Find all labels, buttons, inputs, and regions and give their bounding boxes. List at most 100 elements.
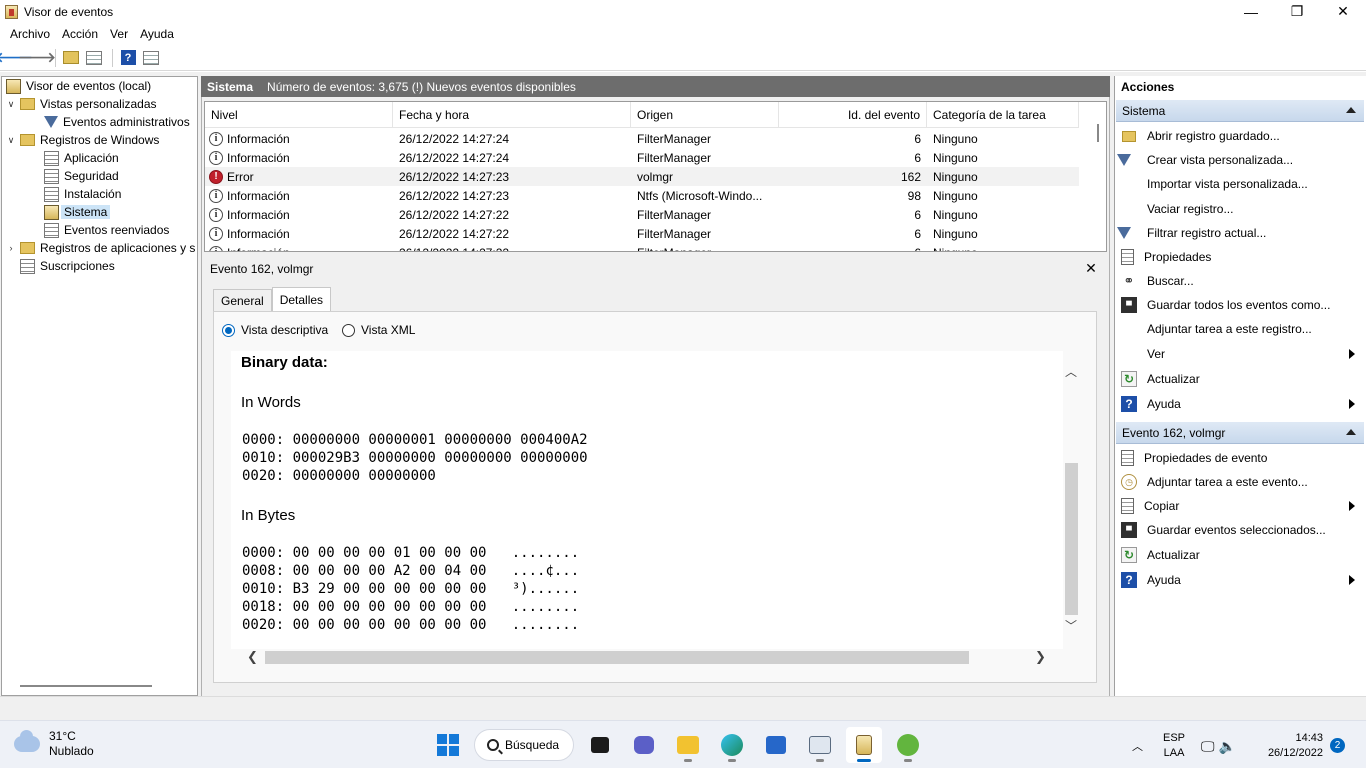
- column-event-id[interactable]: Id. del evento: [779, 102, 927, 128]
- event-count: Número de eventos: 3,675 (!) Nuevos even…: [267, 79, 576, 94]
- refresh-icon: ↻: [1121, 371, 1137, 387]
- action-event-properties[interactable]: Propiedades de evento: [1121, 448, 1361, 468]
- scroll-left-icon[interactable]: ❮: [247, 649, 258, 665]
- tree-item-forwarded[interactable]: Eventos reenviados: [44, 221, 169, 239]
- blank-icon: [1121, 176, 1137, 192]
- tree-item-windows-logs[interactable]: ∨ Registros de Windows: [6, 131, 160, 149]
- store-button[interactable]: [758, 727, 794, 763]
- action-save-all-events[interactable]: ▀ Guardar todos los eventos como...: [1121, 295, 1361, 315]
- table-row[interactable]: iInformación26/12/2022 14:27:22FilterMan…: [205, 243, 1079, 251]
- up-folder-icon[interactable]: [61, 48, 81, 68]
- edge-button[interactable]: [714, 727, 750, 763]
- task-view-button[interactable]: [582, 727, 618, 763]
- maximize-button[interactable]: ❐: [1274, 0, 1320, 23]
- language-indicator[interactable]: ESP LAA: [1163, 731, 1185, 761]
- scroll-right-icon[interactable]: ❯: [1035, 649, 1046, 665]
- tree-item-application[interactable]: Aplicación: [44, 149, 119, 167]
- menu-archivo[interactable]: Archivo: [4, 27, 56, 41]
- action-properties[interactable]: Propiedades: [1121, 247, 1361, 267]
- radio-checked-icon[interactable]: [222, 323, 235, 337]
- minimize-button[interactable]: —: [1228, 0, 1274, 23]
- file-explorer-button[interactable]: [670, 727, 706, 763]
- event-viewer-button[interactable]: [846, 727, 882, 763]
- tree-item-security[interactable]: Seguridad: [44, 167, 119, 185]
- chevron-down-icon[interactable]: ∨: [6, 99, 16, 110]
- column-level[interactable]: Nivel: [205, 102, 393, 128]
- action-attach-task-log[interactable]: Adjuntar tarea a este registro...: [1121, 319, 1361, 339]
- chevron-right-icon[interactable]: ›: [6, 243, 16, 253]
- column-source[interactable]: Origen: [631, 102, 779, 128]
- table-row[interactable]: i Información 26/12/2022 14:27:24 FilterMan…: [205, 148, 1079, 167]
- action-clear-log[interactable]: Vaciar registro...: [1121, 199, 1361, 219]
- tree-item-admin-events[interactable]: Eventos administrativos: [44, 113, 190, 131]
- scroll-thumb[interactable]: [265, 651, 969, 664]
- menu-ver[interactable]: Ver: [104, 27, 134, 41]
- table-row[interactable]: i Información 26/12/2022 14:27:24 FilterMan…: [205, 129, 1079, 148]
- actions-section-event[interactable]: Evento 162, volmgr: [1116, 422, 1364, 444]
- action-attach-task-event[interactable]: ◷ Adjuntar tarea a este evento...: [1121, 472, 1361, 492]
- column-task-category[interactable]: Categoría de la tarea: [927, 102, 1079, 128]
- action-help[interactable]: ? Ayuda: [1121, 394, 1361, 414]
- help-icon[interactable]: ?: [118, 48, 138, 68]
- tab-general[interactable]: General: [213, 289, 272, 311]
- start-button[interactable]: [430, 727, 466, 763]
- close-icon[interactable]: ✕: [1084, 260, 1098, 276]
- table-vertical-scrollbar[interactable]: [1090, 102, 1106, 251]
- collapse-icon[interactable]: [1346, 107, 1356, 113]
- menu-accion[interactable]: Acción: [56, 27, 104, 41]
- scroll-down-icon[interactable]: ﹀: [1065, 617, 1077, 634]
- tree-item-custom-views[interactable]: ∨ Vistas personalizadas: [6, 95, 157, 113]
- action-help-event[interactable]: ? Ayuda: [1121, 570, 1361, 590]
- action-import-custom-view[interactable]: Importar vista personalizada...: [1121, 174, 1361, 194]
- column-date[interactable]: Fecha y hora: [393, 102, 631, 128]
- tree-item-setup[interactable]: Instalación: [44, 185, 121, 203]
- chat-button[interactable]: [626, 727, 662, 763]
- table-row[interactable]: iInformación26/12/2022 14:27:22FilterMan…: [205, 224, 1079, 243]
- show-hide-tree-icon[interactable]: [84, 48, 104, 68]
- utorrent-button[interactable]: [890, 727, 926, 763]
- table-row[interactable]: iInformación26/12/2022 14:27:22FilterMan…: [205, 205, 1079, 224]
- clock[interactable]: 14:43 26/12/2022: [1250, 731, 1323, 761]
- action-create-custom-view[interactable]: Crear vista personalizada...: [1117, 150, 1361, 170]
- detail-vertical-scrollbar[interactable]: ︿ ﹀: [1063, 351, 1079, 649]
- network-icon[interactable]: 🖵: [1201, 738, 1215, 755]
- action-open-saved-log[interactable]: Abrir registro guardado...: [1121, 126, 1361, 146]
- tree-horizontal-scrollbar[interactable]: [20, 685, 152, 687]
- radio-friendly-view[interactable]: Vista descriptiva: [222, 321, 328, 339]
- show-hidden-icons-icon[interactable]: ︿: [1132, 738, 1143, 754]
- radio-unchecked-icon[interactable]: [342, 323, 355, 337]
- tab-details[interactable]: Detalles: [271, 287, 332, 311]
- forward-arrow-icon[interactable]: 🡒: [18, 48, 56, 68]
- notification-badge[interactable]: 2: [1330, 738, 1345, 753]
- actions-section-system[interactable]: Sistema: [1116, 100, 1364, 122]
- table-row[interactable]: ! Error 26/12/2022 14:27:23 volmgr 162 Ningun…: [205, 167, 1079, 186]
- tree-item-system[interactable]: Sistema: [44, 203, 111, 221]
- cell-source: FilterManager: [637, 150, 712, 165]
- action-refresh[interactable]: ↻ Actualizar: [1121, 369, 1361, 389]
- tree-item-subscriptions[interactable]: Suscripciones: [20, 257, 115, 275]
- close-button[interactable]: ✕: [1320, 0, 1366, 23]
- menu-ayuda[interactable]: Ayuda: [134, 27, 180, 41]
- detail-horizontal-scrollbar[interactable]: ❮ ❯: [231, 649, 1063, 666]
- tree-item-root[interactable]: Visor de eventos (local): [6, 77, 151, 95]
- collapse-icon[interactable]: [1346, 429, 1356, 435]
- action-copy[interactable]: Copiar: [1121, 496, 1361, 516]
- show-hide-actions-icon[interactable]: [141, 48, 161, 68]
- scroll-thumb[interactable]: [1065, 463, 1078, 615]
- table-row[interactable]: i Información 26/12/2022 14:27:23 Ntfs (Mic…: [205, 186, 1079, 205]
- action-filter-current-log[interactable]: Filtrar registro actual...: [1117, 223, 1361, 243]
- action-save-selected-events[interactable]: ▀ Guardar eventos seleccionados...: [1121, 520, 1361, 540]
- action-refresh-event[interactable]: ↻ Actualizar: [1121, 545, 1361, 565]
- in-bytes-heading: In Bytes: [241, 507, 296, 524]
- performance-monitor-button[interactable]: [802, 727, 838, 763]
- radio-xml-view[interactable]: Vista XML: [342, 321, 415, 339]
- taskbar-apps: Búsqueda: [430, 727, 934, 763]
- scroll-up-icon[interactable]: ︿: [1065, 363, 1077, 380]
- volume-icon[interactable]: 🔈: [1219, 738, 1236, 755]
- weather-widget[interactable]: 31°C Nublado: [14, 729, 94, 759]
- tree-item-app-logs[interactable]: › Registros de aplicaciones y s: [6, 239, 196, 257]
- taskbar-search[interactable]: Búsqueda: [474, 729, 574, 761]
- chevron-down-icon[interactable]: ∨: [6, 135, 16, 146]
- action-view[interactable]: Ver: [1121, 344, 1361, 364]
- action-find[interactable]: ⚭ Buscar...: [1121, 271, 1361, 291]
